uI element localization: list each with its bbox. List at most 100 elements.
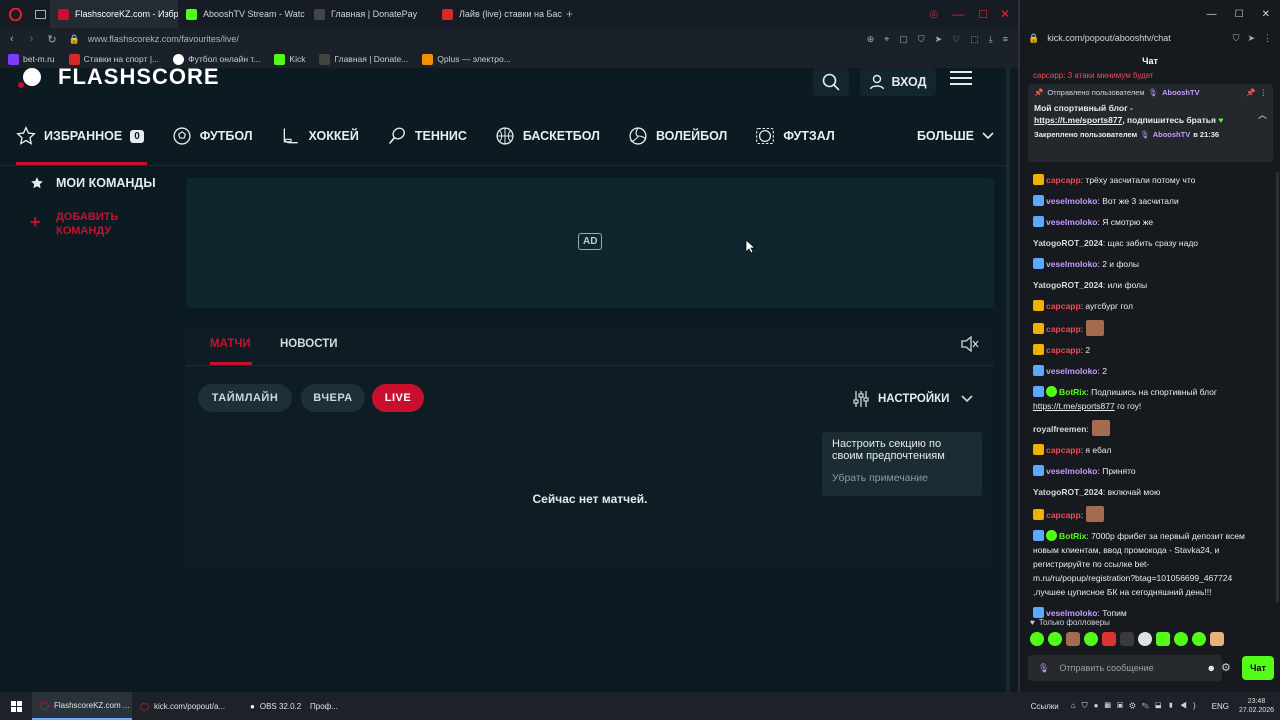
close-icon[interactable]: ✕ <box>1000 7 1010 21</box>
nav-hockey[interactable]: ХОККЕЙ <box>281 126 359 146</box>
emote-icon[interactable] <box>1174 632 1188 646</box>
clock[interactable]: 23:48 27.02.2026 <box>1239 697 1274 715</box>
snapshot-icon[interactable]: ◎ <box>929 9 938 20</box>
emoji-icon[interactable]: ☻ <box>1207 663 1216 673</box>
more-icon[interactable]: ⋮ <box>1263 33 1272 44</box>
tooltip-dismiss-link[interactable]: Убрать примечание <box>832 472 972 484</box>
nav-basketball[interactable]: БАСКЕТБОЛ <box>495 126 600 146</box>
tab-matches[interactable]: МАТЧИ <box>210 338 251 350</box>
collapse-pinned-icon[interactable]: ︿ <box>1258 108 1267 121</box>
chat-send-button[interactable]: Чат <box>1242 656 1274 680</box>
emote-icon[interactable] <box>1066 632 1080 646</box>
shield-icon[interactable]: ⛉ <box>918 34 925 45</box>
settings-dropdown[interactable]: НАСТРОЙКИ <box>852 390 973 408</box>
chat-username[interactable]: veselmoloko <box>1046 196 1098 206</box>
start-button[interactable] <box>0 692 32 720</box>
send-icon[interactable]: ➤ <box>935 34 943 45</box>
url-field[interactable]: www.flashscorekz.com/favourites/live/ <box>88 34 239 44</box>
chat-input[interactable]: 🎙 Отправить сообщение ☻ <box>1028 655 1222 681</box>
tab-news[interactable]: НОВОСТИ <box>280 338 338 350</box>
chat-username[interactable]: veselmoloko <box>1046 259 1098 269</box>
chat-username[interactable]: сарсарр <box>1046 510 1081 520</box>
browser-tab-flashscore[interactable]: FlashscoreKZ.com - Избр <box>50 0 178 28</box>
chat-username[interactable]: YatogoROT_2024 <box>1033 487 1103 497</box>
bookmark-donatepay[interactable]: Главная | Donate... <box>319 53 408 65</box>
opera-logo-icon[interactable] <box>0 7 30 21</box>
chat-scrollbar[interactable] <box>1276 172 1279 602</box>
filter-timeline[interactable]: ТАЙМЛАЙН <box>198 384 292 412</box>
login-button[interactable]: ВХОД <box>860 68 936 96</box>
links-toolbar[interactable]: Ссылки <box>1031 702 1059 711</box>
zoom-icon[interactable]: ⊕ <box>867 34 875 45</box>
screenshot-icon[interactable]: ▢ <box>899 34 908 45</box>
chat-username[interactable]: veselmoloko <box>1046 608 1098 618</box>
chat-username[interactable]: veselmoloko <box>1046 217 1098 227</box>
pinned-more-icon[interactable]: ⋮ <box>1260 88 1268 97</box>
nav-volleyball[interactable]: ВОЛЕЙБОЛ <box>628 126 727 146</box>
emote-icon[interactable] <box>1030 632 1044 646</box>
emote-icon[interactable] <box>1048 632 1062 646</box>
back-icon[interactable]: ‹ <box>10 33 14 45</box>
browser-tab-live-bets[interactable]: Лайв (live) ставки на Бас <box>434 0 562 28</box>
tray-icons[interactable]: ⌂⛉●▦▣⚙✎⬓▮◀) <box>1071 701 1202 711</box>
sound-toggle-button[interactable] <box>961 335 979 357</box>
taskbar-item-kick[interactable]: ◯ kick.com/popout/a... <box>132 692 242 720</box>
nav-favorites[interactable]: ИЗБРАННОЕ 0 <box>16 126 144 146</box>
download-icon[interactable]: ⤓ <box>989 34 993 45</box>
minimize-icon[interactable]: — <box>1207 9 1217 20</box>
new-tab-icon[interactable]: + <box>566 7 573 21</box>
chat-username[interactable]: сарсарр <box>1046 324 1081 334</box>
reload-icon[interactable]: ↻ <box>47 33 56 46</box>
emote-icon[interactable] <box>1102 632 1116 646</box>
search-button[interactable] <box>813 68 849 96</box>
browser-tab-kick[interactable]: AbooshTV Stream - Watc <box>178 0 306 28</box>
chat-username[interactable]: сарсарр <box>1046 445 1081 455</box>
chat-username[interactable]: YatogoROT_2024 <box>1033 280 1103 290</box>
send-icon[interactable]: ➤ <box>1247 33 1255 44</box>
chat-link[interactable]: https://t.me/sports877 <box>1033 401 1115 411</box>
emote-icon[interactable] <box>1138 632 1152 646</box>
hamburger-menu-button[interactable] <box>950 70 974 90</box>
nav-football[interactable]: ФУТБОЛ <box>172 126 253 146</box>
ad-banner[interactable]: AD <box>186 178 994 308</box>
nav-more[interactable]: БОЛЬШЕ <box>917 129 994 143</box>
mic-icon[interactable]: 🎙 <box>1038 663 1049 674</box>
box-icon[interactable]: ⬚ <box>970 34 979 45</box>
chat-username[interactable]: veselmoloko <box>1046 466 1098 476</box>
emote-icon[interactable] <box>1210 632 1224 646</box>
language-indicator[interactable]: ENG <box>1212 702 1229 711</box>
bookmark-bet-m[interactable]: bet-m.ru <box>8 53 55 65</box>
filter-live[interactable]: LIVE <box>372 384 424 412</box>
pin-icon[interactable]: ⌖ <box>884 34 889 45</box>
emote-icon[interactable] <box>1192 632 1206 646</box>
chat-settings-icon[interactable]: ⚙ <box>1221 661 1231 674</box>
taskbar-item-profile[interactable]: Проф... <box>302 692 346 720</box>
flashscore-logo[interactable]: FLASHSCORE <box>16 68 220 89</box>
chat-username[interactable]: YatogoROT_2024 <box>1033 238 1103 248</box>
chat-username[interactable]: сарсарр <box>1046 301 1081 311</box>
bookmark-football[interactable]: Футбол онлайн т... <box>173 53 260 65</box>
taskbar-item-flashscore[interactable]: ◯ FlashscoreKZ.com ... <box>32 692 132 720</box>
heart-icon[interactable]: ♡ <box>952 34 960 45</box>
maximize-icon[interactable]: ☐ <box>978 8 988 21</box>
bookmark-kick[interactable]: Kick <box>274 53 305 65</box>
bookmark-qplus[interactable]: Qplus — электро... <box>422 53 511 65</box>
emote-icon[interactable] <box>1084 632 1098 646</box>
forward-icon[interactable]: › <box>30 33 34 45</box>
chat-username[interactable]: сарсарр <box>1046 345 1081 355</box>
chat-username[interactable]: royalfreemen <box>1033 424 1086 434</box>
nav-futsal[interactable]: ФУТЗАЛ <box>755 126 835 146</box>
chat-username[interactable]: BotRix <box>1059 387 1086 397</box>
chat-url[interactable]: kick.com/popout/abooshtv/chat <box>1047 33 1171 43</box>
chat-username[interactable]: veselmoloko <box>1046 366 1098 376</box>
shield-icon[interactable]: ⛉ <box>1233 33 1240 44</box>
pinned-link[interactable]: https://t.me/sports877 <box>1034 115 1122 125</box>
page-scrollbar[interactable] <box>1006 68 1010 692</box>
chat-username[interactable]: сарсарр <box>1046 175 1081 185</box>
workspaces-icon[interactable] <box>30 9 50 19</box>
minimize-icon[interactable]: — <box>952 7 964 21</box>
bookmark-stavki[interactable]: Ставки на спорт |... <box>68 53 159 65</box>
nav-tennis[interactable]: ТЕННИС <box>387 126 467 146</box>
menu-icon[interactable]: ≡ <box>1003 34 1008 44</box>
chat-username[interactable]: BotRix <box>1059 531 1086 541</box>
